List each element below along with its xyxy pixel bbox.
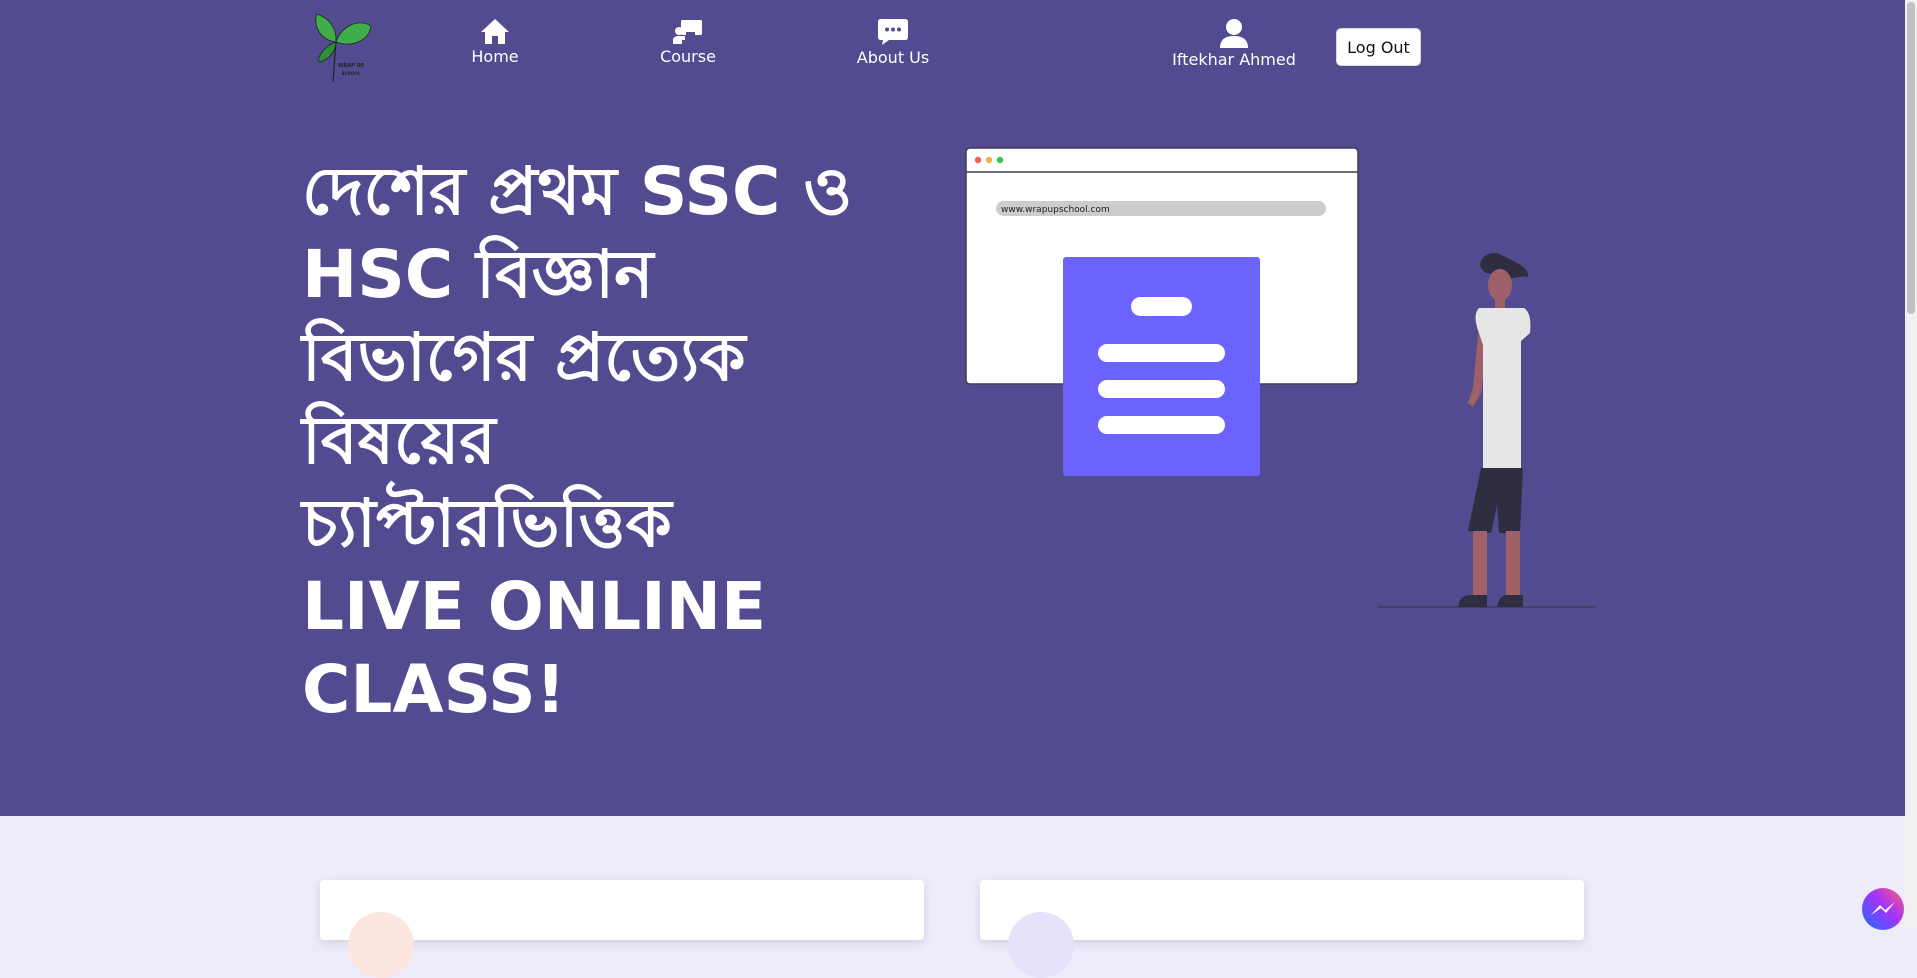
nav-home[interactable]: Home xyxy=(460,18,530,66)
messenger-chat-button[interactable] xyxy=(1862,888,1904,930)
logout-button[interactable]: Log Out xyxy=(1336,28,1421,66)
nav-course-label: Course xyxy=(660,47,716,66)
document-icon xyxy=(1063,257,1260,476)
headline-line: বিষয়ের xyxy=(302,402,496,479)
user-profile[interactable]: Iftekhar Ahmed xyxy=(1170,18,1298,69)
nav-about-label: About Us xyxy=(856,48,930,67)
user-name: Iftekhar Ahmed xyxy=(1172,50,1296,69)
user-icon xyxy=(1220,19,1248,48)
card-icon-circle xyxy=(1008,912,1074,978)
feature-card xyxy=(320,880,924,978)
feature-card xyxy=(980,880,1584,978)
nav-about-us[interactable]: About Us xyxy=(852,18,934,67)
home-icon xyxy=(481,19,509,44)
logo-text-line1: WRAP UP xyxy=(338,63,365,69)
headline-line: বিভাগের প্রত্যেক xyxy=(302,319,746,396)
browser-url: www.wrapupschool.com xyxy=(1001,205,1110,215)
nav-course[interactable]: Course xyxy=(648,18,728,66)
headline-line: চ্যাপ্টারভিত্তিক xyxy=(302,485,672,562)
wrap-up-school-logo[interactable]: WRAP UP SCHOOL xyxy=(311,12,377,82)
headline-line: CLASS! xyxy=(302,651,566,728)
headline-line: দেশের প্রথম SSC ও xyxy=(302,153,853,230)
messenger-icon xyxy=(1871,902,1895,915)
headline-line: HSC বিজ্ঞান xyxy=(302,236,654,313)
chat-icon xyxy=(878,19,908,45)
headline-line: LIVE ONLINE xyxy=(302,568,767,645)
page-scrollbar[interactable] xyxy=(1905,0,1917,928)
person-figure xyxy=(1378,252,1596,608)
card-icon-circle xyxy=(348,912,414,978)
hero-illustration: www.wrapupschool.com xyxy=(965,147,1596,608)
scrollbar-thumb[interactable] xyxy=(1907,2,1915,314)
logo-text-line2: SCHOOL xyxy=(342,71,361,76)
hero-headline: দেশের প্রথম SSC ও HSC বিজ্ঞান বিভাগের প্… xyxy=(302,150,942,731)
course-icon xyxy=(673,20,702,44)
hero-section: WRAP UP SCHOOL Home Course About Us Ifte… xyxy=(0,0,1905,816)
nav-home-label: Home xyxy=(471,47,519,66)
